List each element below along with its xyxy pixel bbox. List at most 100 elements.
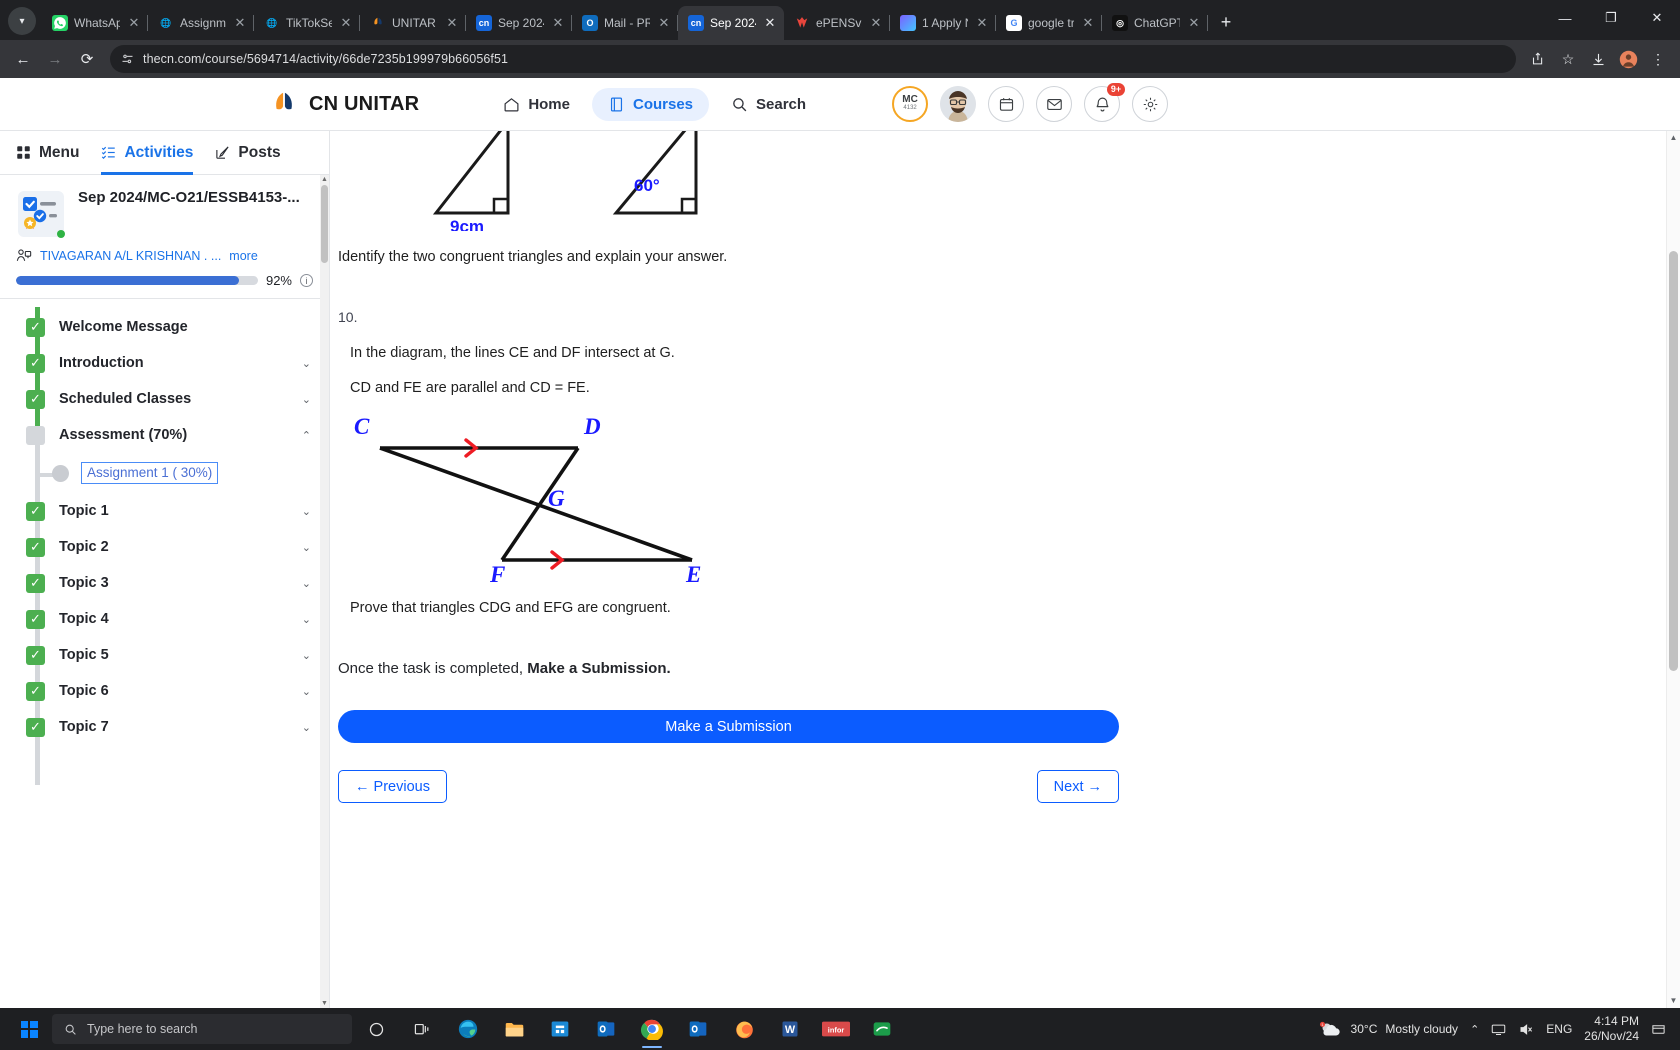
close-icon[interactable]: ✕	[1080, 15, 1096, 31]
nav-courses[interactable]: Courses	[592, 87, 710, 121]
nav-search[interactable]: Search	[715, 88, 822, 121]
close-icon[interactable]: ✕	[1186, 15, 1202, 31]
browser-tab-sep2024-active[interactable]: cn Sep 2024/M ✕	[678, 6, 784, 40]
course-teacher-more[interactable]: more	[229, 249, 257, 263]
chevron-down-icon[interactable]: ⌄	[302, 393, 311, 406]
close-icon[interactable]: ✕	[868, 15, 884, 31]
sidebar-item-assessment[interactable]: Assessment (70%) ⌃	[0, 417, 329, 453]
sidebar-item-topic-7[interactable]: ✓ Topic 7 ⌄	[0, 709, 329, 745]
sidebar-tab-menu[interactable]: Menu	[16, 131, 79, 175]
scroll-up-icon[interactable]: ▲	[1667, 131, 1680, 145]
chevron-down-icon[interactable]: ⌄	[302, 613, 311, 626]
chevron-down-icon[interactable]: ⌄	[302, 721, 311, 734]
mail-icon[interactable]	[1036, 86, 1073, 122]
volume-mute-icon[interactable]	[1518, 1022, 1534, 1037]
word-icon[interactable]: W	[768, 1008, 812, 1050]
browser-tab-sep2024-1[interactable]: cn Sep 2024/M ✕	[466, 6, 572, 40]
maximize-button[interactable]: ❐	[1588, 0, 1634, 36]
browser-tab-apply[interactable]: 1 Apply Ne ✕	[890, 6, 996, 40]
avatar[interactable]	[940, 86, 977, 122]
brand-logo[interactable]: CN UNITAR	[269, 89, 419, 119]
sidebar-item-topic-2[interactable]: ✓ Topic 2 ⌄	[0, 529, 329, 565]
scrollbar-thumb[interactable]	[321, 185, 328, 263]
sidebar-tab-posts[interactable]: Posts	[215, 131, 281, 175]
close-icon[interactable]: ✕	[974, 15, 990, 31]
taskbar-clock[interactable]: 4:14 PM 26/Nov/24	[1584, 1014, 1639, 1044]
calendar-icon[interactable]	[988, 86, 1025, 122]
kebab-menu-icon[interactable]: ⋮	[1644, 45, 1672, 73]
bell-icon[interactable]: 9+	[1084, 83, 1126, 122]
sidebar-subitem-assignment-1[interactable]: Assignment 1 ( 30%)	[0, 453, 329, 493]
file-explorer-icon[interactable]	[492, 1008, 536, 1050]
minimize-button[interactable]: —	[1542, 0, 1588, 36]
scroll-up-icon[interactable]: ▲	[320, 175, 329, 184]
reload-button[interactable]: ⟳	[72, 44, 102, 74]
close-icon[interactable]: ✕	[762, 15, 778, 31]
new-tab-button[interactable]: +	[1212, 8, 1240, 36]
close-icon[interactable]: ✕	[444, 15, 460, 31]
chevron-down-icon[interactable]: ⌄	[302, 685, 311, 698]
chevron-down-icon[interactable]: ⌄	[302, 357, 311, 370]
main-scrollbar[interactable]: ▲ ▼	[1666, 131, 1680, 1008]
close-icon[interactable]: ✕	[232, 15, 248, 31]
browser-tab-assignment[interactable]: 🌐 Assignmen ✕	[148, 6, 254, 40]
tray-expand-chevron-icon[interactable]: ⌃	[1470, 1023, 1479, 1036]
chevron-down-icon[interactable]: ⌄	[302, 649, 311, 662]
profile-avatar-icon[interactable]	[1614, 45, 1642, 73]
browser-tab-google-translate[interactable]: G google tra ✕	[996, 6, 1102, 40]
cortana-circle-icon[interactable]	[354, 1008, 398, 1050]
weather-widget[interactable]: 1 30°C Mostly cloudy	[1319, 1021, 1458, 1038]
tune-icon[interactable]	[120, 52, 135, 67]
make-a-submission-button[interactable]: Make a Submission	[338, 710, 1119, 743]
gear-icon[interactable]	[1132, 86, 1169, 122]
outlook2-icon[interactable]	[676, 1008, 720, 1050]
language-indicator[interactable]: ENG	[1546, 1022, 1572, 1036]
address-bar[interactable]: thecn.com/course/5694714/activity/66de72…	[110, 45, 1516, 73]
download-icon[interactable]	[1584, 45, 1612, 73]
infor-icon[interactable]: infor	[814, 1008, 858, 1050]
browser-tab-whatsapp[interactable]: WhatsApp ✕	[42, 6, 148, 40]
chevron-down-icon[interactable]: ⌄	[302, 505, 311, 518]
next-button[interactable]: Next →	[1036, 770, 1119, 803]
chevron-up-icon[interactable]: ⌃	[302, 429, 311, 442]
sidebar-item-topic-1[interactable]: ✓ Topic 1 ⌄	[0, 493, 329, 529]
taskbar-search-input[interactable]: Type here to search	[52, 1014, 352, 1044]
close-icon[interactable]: ✕	[126, 15, 142, 31]
browser-tab-tiktokseller[interactable]: 🌐 TikTokSelle ✕	[254, 6, 360, 40]
close-icon[interactable]: ✕	[338, 15, 354, 31]
sidebar-subitem-label[interactable]: Assignment 1 ( 30%)	[81, 461, 219, 485]
monitor-icon[interactable]	[1491, 1022, 1506, 1037]
browser-tab-chatgpt[interactable]: ◎ ChatGPT ✕	[1102, 6, 1208, 40]
star-icon[interactable]: ☆	[1554, 45, 1582, 73]
firefox-icon[interactable]	[722, 1008, 766, 1050]
info-icon[interactable]: i	[300, 274, 313, 287]
close-icon[interactable]: ✕	[656, 15, 672, 31]
store-icon[interactable]	[538, 1008, 582, 1050]
window-close-button[interactable]: ✕	[1634, 0, 1680, 36]
sidebar-scrollbar[interactable]: ▲ ▼	[320, 175, 329, 1008]
points-badge[interactable]: MC 4132	[892, 86, 929, 122]
browser-tab-epensv2[interactable]: ePENSv2 ✕	[784, 6, 890, 40]
close-icon[interactable]: ✕	[550, 15, 566, 31]
course-title[interactable]: Sep 2024/MC-O21/ESSB4153-...	[78, 189, 313, 208]
chrome-icon[interactable]	[630, 1008, 674, 1050]
sidebar-item-topic-3[interactable]: ✓ Topic 3 ⌄	[0, 565, 329, 601]
windows-start-icon[interactable]	[8, 1008, 50, 1050]
edge-icon[interactable]	[446, 1008, 490, 1050]
task-view-icon[interactable]	[400, 1008, 444, 1050]
tab-search-button[interactable]: ▾	[8, 7, 36, 35]
outlook-icon[interactable]	[584, 1008, 628, 1050]
sidebar-item-topic-6[interactable]: ✓ Topic 6 ⌄	[0, 673, 329, 709]
scroll-down-icon[interactable]: ▼	[1667, 994, 1680, 1008]
sidebar-item-topic-4[interactable]: ✓ Topic 4 ⌄	[0, 601, 329, 637]
back-button[interactable]: ←	[8, 44, 38, 74]
scroll-down-icon[interactable]: ▼	[320, 999, 329, 1008]
previous-button[interactable]: ← Previous	[338, 770, 447, 803]
forward-button[interactable]: →	[40, 44, 70, 74]
course-teacher-name[interactable]: TIVAGARAN A/L KRISHNAN . ...	[40, 249, 221, 263]
sidebar-item-introduction[interactable]: ✓ Introduction ⌄	[0, 345, 329, 381]
browser-tab-unitar[interactable]: UNITAR ✕	[360, 6, 466, 40]
scrollbar-thumb[interactable]	[1669, 251, 1678, 671]
chevron-down-icon[interactable]: ⌄	[302, 577, 311, 590]
green-app-icon[interactable]	[860, 1008, 904, 1050]
